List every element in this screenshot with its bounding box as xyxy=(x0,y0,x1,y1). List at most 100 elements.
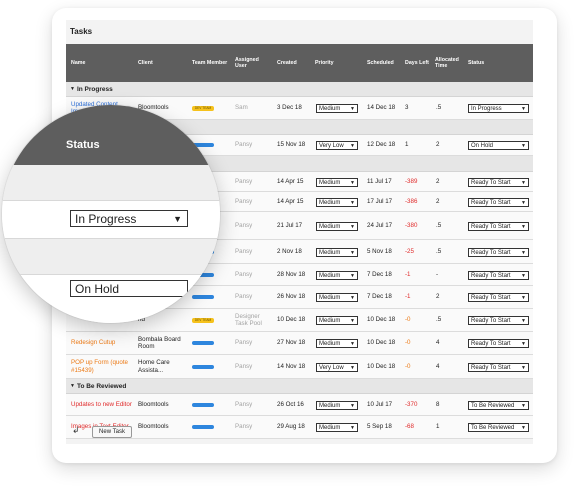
status-select[interactable]: Ready To Start ▼ xyxy=(468,198,529,207)
priority-select[interactable]: Medium ▼ xyxy=(316,339,358,348)
status-select[interactable]: Ready To Start ▼ xyxy=(468,178,529,187)
days-left-cell: -0 xyxy=(405,316,411,324)
scheduled-cell: 7 Dec 18 xyxy=(367,293,392,301)
dropdown-arrow-icon: ▼ xyxy=(521,340,526,347)
col-priority[interactable]: Priority xyxy=(315,44,345,82)
magnifier-status-select-2[interactable]: On Hold xyxy=(70,280,188,297)
team-member-cell xyxy=(192,394,232,415)
created-cell: 26 Oct 16 xyxy=(277,400,304,408)
dropdown-arrow-icon: ▼ xyxy=(521,317,526,324)
magnifier-status-select-1[interactable]: In Progress ▼ xyxy=(70,210,188,227)
scheduled-cell: 24 Jul 17 xyxy=(367,221,393,229)
group-header[interactable]: ▼ To Be Reviewed xyxy=(66,379,533,394)
dropdown-arrow-icon: ▼ xyxy=(350,272,355,279)
priority-select[interactable]: Very Low ▼ xyxy=(316,141,358,150)
dropdown-arrow-icon: ▼ xyxy=(350,364,355,371)
group-header[interactable]: ▼ In Progress xyxy=(66,82,533,97)
priority-select[interactable]: Very Low ▼ xyxy=(316,363,358,372)
magnifier-band xyxy=(2,165,220,201)
status-select[interactable]: Ready To Start ▼ xyxy=(468,271,529,280)
priority-select[interactable]: Medium ▼ xyxy=(316,178,358,187)
dropdown-arrow-icon: ▼ xyxy=(521,199,526,206)
dropdown-arrow-icon: ▼ xyxy=(350,317,355,324)
col-allocated-time[interactable]: Allocated Time xyxy=(435,44,465,82)
days-left-cell: -370 xyxy=(405,400,418,408)
status-select[interactable]: In Progress ▼ xyxy=(468,104,529,113)
created-cell: 10 Dec 18 xyxy=(277,316,306,324)
status-value: To Be Reviewed xyxy=(471,402,515,409)
col-client[interactable]: Client xyxy=(138,44,188,82)
assigned-user-cell: Designer Task Pool xyxy=(235,312,262,328)
team-member-cell xyxy=(192,332,232,354)
priority-value: Medium xyxy=(319,294,341,301)
dropdown-arrow-icon: ▼ xyxy=(521,272,526,279)
table-header: Name Client Team Member Assigned User Cr… xyxy=(66,44,533,82)
scheduled-cell: 14 Dec 18 xyxy=(367,104,396,112)
new-task-button[interactable]: New Task xyxy=(92,426,132,438)
priority-select[interactable]: Medium ▼ xyxy=(316,222,358,231)
priority-select[interactable]: Medium ▼ xyxy=(316,293,358,302)
scheduled-cell: 11 Jul 17 xyxy=(367,177,392,185)
scheduled-cell: 5 Sep 18 xyxy=(367,423,392,431)
dropdown-arrow-icon: ▼ xyxy=(521,249,526,256)
col-team-member[interactable]: Team Member xyxy=(192,44,232,82)
task-name-link[interactable]: Updates to new Editor xyxy=(71,394,135,415)
col-assigned-user[interactable]: Assigned User xyxy=(235,44,265,82)
status-select[interactable]: To Be Reviewed ▼ xyxy=(468,423,529,432)
dropdown-arrow-icon: ▼ xyxy=(173,213,182,224)
days-left-cell: -386 xyxy=(405,197,418,205)
allocated-time-cell: .5 xyxy=(436,247,442,255)
col-status[interactable]: Status xyxy=(468,44,498,82)
dropdown-arrow-icon: ▼ xyxy=(350,249,355,256)
table-row[interactable]: Images in Text EditorBloomtoolsPansy29 A… xyxy=(66,416,533,439)
dropdown-arrow-icon: ▼ xyxy=(521,223,526,230)
created-cell: 14 Apr 15 xyxy=(277,177,304,185)
allocated-time-cell: 2 xyxy=(436,141,440,149)
status-select[interactable]: On Hold ▼ xyxy=(468,141,529,150)
table-row[interactable]: Updates to new Editor Bloomtools Pansy 26 O… xyxy=(66,394,533,416)
scheduled-cell: 7 Dec 18 xyxy=(367,270,392,278)
table-row[interactable]: POP up Form (quote #15439) Home Care Assi… xyxy=(66,355,533,379)
priority-select[interactable]: Medium ▼ xyxy=(316,316,358,325)
status-value: On Hold xyxy=(471,142,494,149)
allocated-time-cell: 4 xyxy=(436,339,440,347)
col-name[interactable]: Name xyxy=(71,44,131,82)
assigned-user-cell: Sam xyxy=(235,104,248,112)
priority-value: Medium xyxy=(319,223,341,230)
team-badge xyxy=(192,364,214,369)
magnifier-lens: Status In Progress ▼ On Hold xyxy=(2,105,220,323)
scheduled-cell: 10 Jul 17 xyxy=(367,400,393,408)
status-select[interactable]: Ready To Start ▼ xyxy=(468,339,529,348)
dropdown-arrow-icon: ▼ xyxy=(350,179,355,186)
col-days-left[interactable]: Days Left xyxy=(405,44,433,82)
status-value: Ready To Start xyxy=(471,223,511,230)
priority-select[interactable]: Medium ▼ xyxy=(316,423,358,432)
col-scheduled[interactable]: Scheduled xyxy=(367,44,402,82)
priority-select[interactable]: Medium ▼ xyxy=(316,198,358,207)
priority-select[interactable]: Medium ▼ xyxy=(316,271,358,280)
task-name-link[interactable]: Redesign Cutup xyxy=(71,332,135,354)
status-select[interactable]: Ready To Start ▼ xyxy=(468,293,529,302)
days-left-cell: -1 xyxy=(405,293,411,301)
status-select[interactable]: Ready To Start ▼ xyxy=(468,316,529,325)
scheduled-cell: 17 Jul 17 xyxy=(367,197,393,205)
task-name-link[interactable]: POP up Form (quote #15439) xyxy=(71,355,135,378)
status-select[interactable]: Ready To Start ▼ xyxy=(468,222,529,231)
created-cell: 27 Nov 18 xyxy=(277,339,306,347)
status-select[interactable]: To Be Reviewed ▼ xyxy=(468,401,529,410)
status-select[interactable]: Ready To Start ▼ xyxy=(468,248,529,257)
status-select[interactable]: Ready To Start ▼ xyxy=(468,363,529,372)
table-row[interactable]: Redesign Cutup Bombala Board Room Pansy 27 … xyxy=(66,332,533,355)
panel-title: Tasks xyxy=(70,27,93,36)
triangle-down-icon: ▼ xyxy=(70,86,75,92)
priority-select[interactable]: Medium ▼ xyxy=(316,104,358,113)
priority-select[interactable]: Medium ▼ xyxy=(316,401,358,410)
client-cell: Bombala Board Room xyxy=(138,335,181,351)
allocated-time-cell: .5 xyxy=(436,104,442,112)
dropdown-arrow-icon: ▼ xyxy=(350,142,355,149)
col-created[interactable]: Created xyxy=(277,44,307,82)
dropdown-arrow-icon: ▼ xyxy=(521,294,526,301)
priority-select[interactable]: Medium ▼ xyxy=(316,248,358,257)
dropdown-arrow-icon: ▼ xyxy=(521,179,526,186)
days-left-cell: -0 xyxy=(405,362,411,370)
